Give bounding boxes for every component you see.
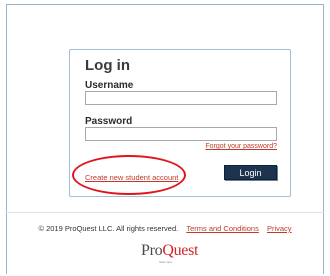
login-button[interactable]: Login — [224, 165, 277, 180]
username-input[interactable] — [85, 91, 277, 105]
logo-text-quest: Quest — [162, 242, 199, 259]
copyright-text: © 2019 ProQuest LLC. All rights reserved… — [38, 224, 179, 233]
logo-wordmark: ProQuest — [141, 242, 198, 259]
logo-text-pro: Pro — [141, 242, 163, 259]
create-student-account-link[interactable]: Create new student account — [85, 173, 178, 182]
privacy-link[interactable]: Privacy — [267, 224, 292, 233]
password-label: Password — [85, 116, 133, 127]
password-input[interactable] — [85, 127, 277, 141]
terms-link[interactable]: Terms and Conditions — [186, 224, 259, 233]
username-label: Username — [85, 80, 134, 91]
footer: © 2019 ProQuest LLC. All rights reserved… — [0, 224, 330, 233]
footer-divider — [6, 212, 324, 213]
login-title: Log in — [85, 57, 130, 74]
proquest-logo[interactable]: ProQuest Start here. — [141, 242, 198, 273]
forgot-password-link[interactable]: Forgot your password? — [205, 143, 277, 150]
logo-tagline: Start here. — [158, 260, 173, 264]
